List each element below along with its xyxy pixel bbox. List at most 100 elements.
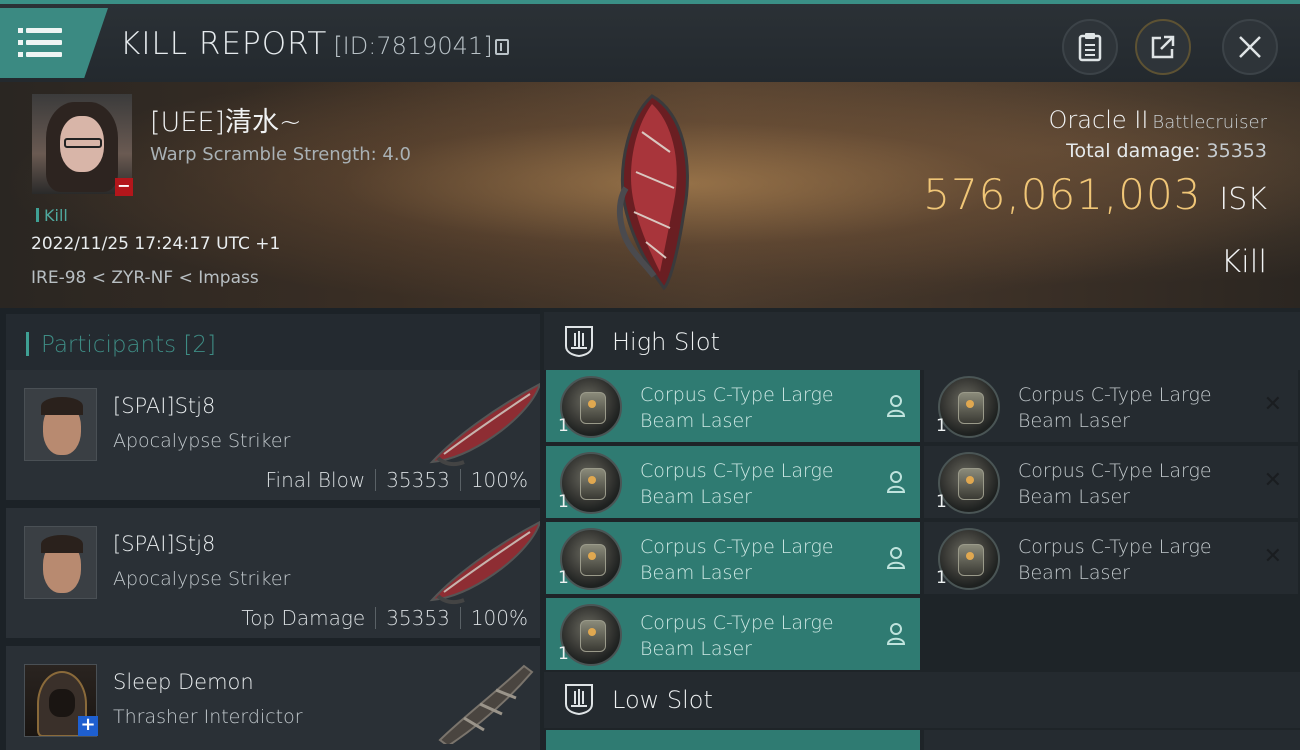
- victim-panel: − [UEE]清水~ Warp Scramble Strength: 4.0 K…: [0, 82, 1300, 308]
- participant-ship-image: [438, 664, 534, 744]
- kill-location[interactable]: IRE-98 < ZYR-NF < Impass: [31, 268, 259, 288]
- copy-icon[interactable]: [494, 39, 509, 55]
- victim-ship-class: Battlecruiser: [1152, 112, 1267, 133]
- low-slot-header: Low Slot: [544, 672, 1300, 728]
- standing-minus-icon: −: [115, 178, 133, 196]
- participant-ship-image: [429, 382, 542, 467]
- beam-laser-icon: [938, 376, 1000, 438]
- person-icon: [886, 395, 906, 417]
- module-item[interactable]: 1 Corpus C-Type Large Beam Laser ✕: [924, 446, 1298, 518]
- module-quantity: 1: [936, 568, 947, 588]
- isk-unit: ISK: [1219, 182, 1267, 217]
- menu-icon-line: [18, 40, 62, 45]
- participant-role: Final Blow: [265, 468, 366, 492]
- total-damage: Total damage: 35353: [1066, 140, 1267, 162]
- module-item[interactable]: 1 Corpus C-Type Large Beam Laser ✕: [924, 522, 1298, 594]
- beam-laser-icon: [560, 376, 622, 438]
- module-name-line1: Corpus C-Type Large: [640, 460, 834, 482]
- module-name-line2: Beam Laser: [1018, 410, 1130, 432]
- module-name: Corpus C-Type Large Beam Laser: [640, 534, 870, 586]
- victim-name[interactable]: [UEE]清水~: [150, 100, 302, 139]
- top-bar: KILL REPORT [ID:7819041]: [0, 0, 1300, 82]
- slot-icon: [565, 326, 593, 358]
- module-name: Corpus C-Type Large Beam Laser: [1018, 458, 1248, 510]
- participant-ship: Apocalypse Striker: [113, 568, 291, 590]
- high-slot-label: High Slot: [612, 328, 720, 356]
- close-button[interactable]: [1222, 19, 1278, 75]
- participant-name: Sleep Demon: [113, 670, 254, 694]
- page-title: KILL REPORT [ID:7819041]: [120, 26, 509, 62]
- module-name: Corpus C-Type Large Beam Laser: [1018, 382, 1248, 434]
- participants-panel: Participants [2] [SPAI]Stj8 Apocalypse S…: [0, 308, 542, 750]
- victim-ship[interactable]: Oracle II Battlecruiser: [1049, 106, 1267, 134]
- module-item[interactable]: 1 Corpus C-Type Large Beam Laser: [546, 370, 920, 442]
- divider: [375, 607, 377, 629]
- module-quantity: 1: [558, 416, 569, 436]
- participant-percent: 100%: [470, 468, 528, 492]
- module-name: Corpus C-Type Large Beam Laser: [640, 610, 870, 662]
- module-quantity: 1: [558, 568, 569, 588]
- avatar-hair: [41, 397, 83, 415]
- beam-laser-icon: [938, 452, 1000, 514]
- module-item[interactable]: 1 Corpus C-Type Large Beam Laser: [546, 446, 920, 518]
- module-name-line2: Beam Laser: [1018, 486, 1130, 508]
- x-icon: ✕: [1263, 544, 1282, 569]
- kill-result: Kill: [1220, 244, 1267, 280]
- module-item[interactable]: 1 Corpus C-Type Large Beam Laser: [546, 598, 920, 670]
- total-damage-label: Total damage:: [1066, 140, 1201, 162]
- participants-header[interactable]: Participants [2]: [6, 314, 540, 372]
- participant-stats: Top Damage 35353 100%: [241, 606, 528, 630]
- module-name-line1: Corpus C-Type Large: [640, 612, 834, 634]
- module-item-partial[interactable]: [546, 730, 920, 750]
- avatar-mask: [49, 689, 75, 717]
- high-slot-header: High Slot: [544, 312, 1300, 370]
- beam-laser-icon: [938, 528, 1000, 590]
- module-name: Corpus C-Type Large Beam Laser: [640, 382, 870, 434]
- participant-percent: 100%: [470, 606, 528, 630]
- module-name: Corpus C-Type Large Beam Laser: [1018, 534, 1248, 586]
- menu-button[interactable]: [0, 8, 108, 78]
- module-name-line1: Corpus C-Type Large: [640, 536, 834, 558]
- divider: [459, 469, 461, 491]
- participant-ship-image: [429, 520, 542, 605]
- person-icon: [886, 547, 906, 569]
- participant-row[interactable]: [SPAI]Stj8 Apocalypse Striker Top Damage…: [6, 508, 542, 642]
- avatar-hair: [41, 535, 83, 553]
- module-quantity: 1: [558, 492, 569, 512]
- person-icon: [886, 471, 906, 493]
- participant-row[interactable]: + Sleep Demon Thrasher Interdictor: [6, 646, 540, 750]
- page-title-text: KILL REPORT: [120, 26, 328, 62]
- share-button[interactable]: [1135, 19, 1191, 75]
- module-item-partial[interactable]: [924, 730, 1300, 750]
- module-name-line2: Beam Laser: [1018, 562, 1130, 584]
- module-quantity: 1: [558, 644, 569, 664]
- module-name-line2: Beam Laser: [640, 638, 752, 660]
- warp-scramble-strength: Warp Scramble Strength: 4.0: [150, 144, 412, 165]
- participants-label: Participants [2]: [26, 332, 216, 358]
- clipboard-button[interactable]: [1062, 19, 1118, 75]
- module-name-line1: Corpus C-Type Large: [640, 384, 834, 406]
- beam-laser-icon: [560, 604, 622, 666]
- participant-row[interactable]: [SPAI]Stj8 Apocalypse Striker Final Blow…: [6, 370, 542, 504]
- clipboard-icon: [1078, 33, 1102, 62]
- divider: [459, 607, 461, 629]
- standing-plus-icon: +: [78, 716, 98, 736]
- module-quantity: 1: [936, 416, 947, 436]
- report-id: [ID:7819041]: [333, 32, 493, 60]
- low-slot-label: Low Slot: [612, 686, 713, 714]
- module-name-line2: Beam Laser: [640, 486, 752, 508]
- victim-ship-image[interactable]: [612, 92, 702, 292]
- module-quantity: 1: [936, 492, 947, 512]
- total-damage-value: 35353: [1206, 140, 1267, 162]
- participant-name: [SPAI]Stj8: [113, 394, 216, 418]
- participant-name: [SPAI]Stj8: [113, 532, 216, 556]
- module-item[interactable]: 1 Corpus C-Type Large Beam Laser ✕: [924, 370, 1298, 442]
- participant-damage: 35353: [386, 468, 450, 492]
- participant-ship: Apocalypse Striker: [113, 430, 291, 452]
- kill-timestamp: 2022/11/25 17:24:17 UTC +1: [31, 234, 281, 254]
- close-icon: [1239, 36, 1261, 58]
- menu-icon-line: [18, 52, 62, 57]
- participant-ship: Thrasher Interdictor: [113, 706, 303, 728]
- share-icon: [1151, 35, 1175, 59]
- module-item[interactable]: 1 Corpus C-Type Large Beam Laser: [546, 522, 920, 594]
